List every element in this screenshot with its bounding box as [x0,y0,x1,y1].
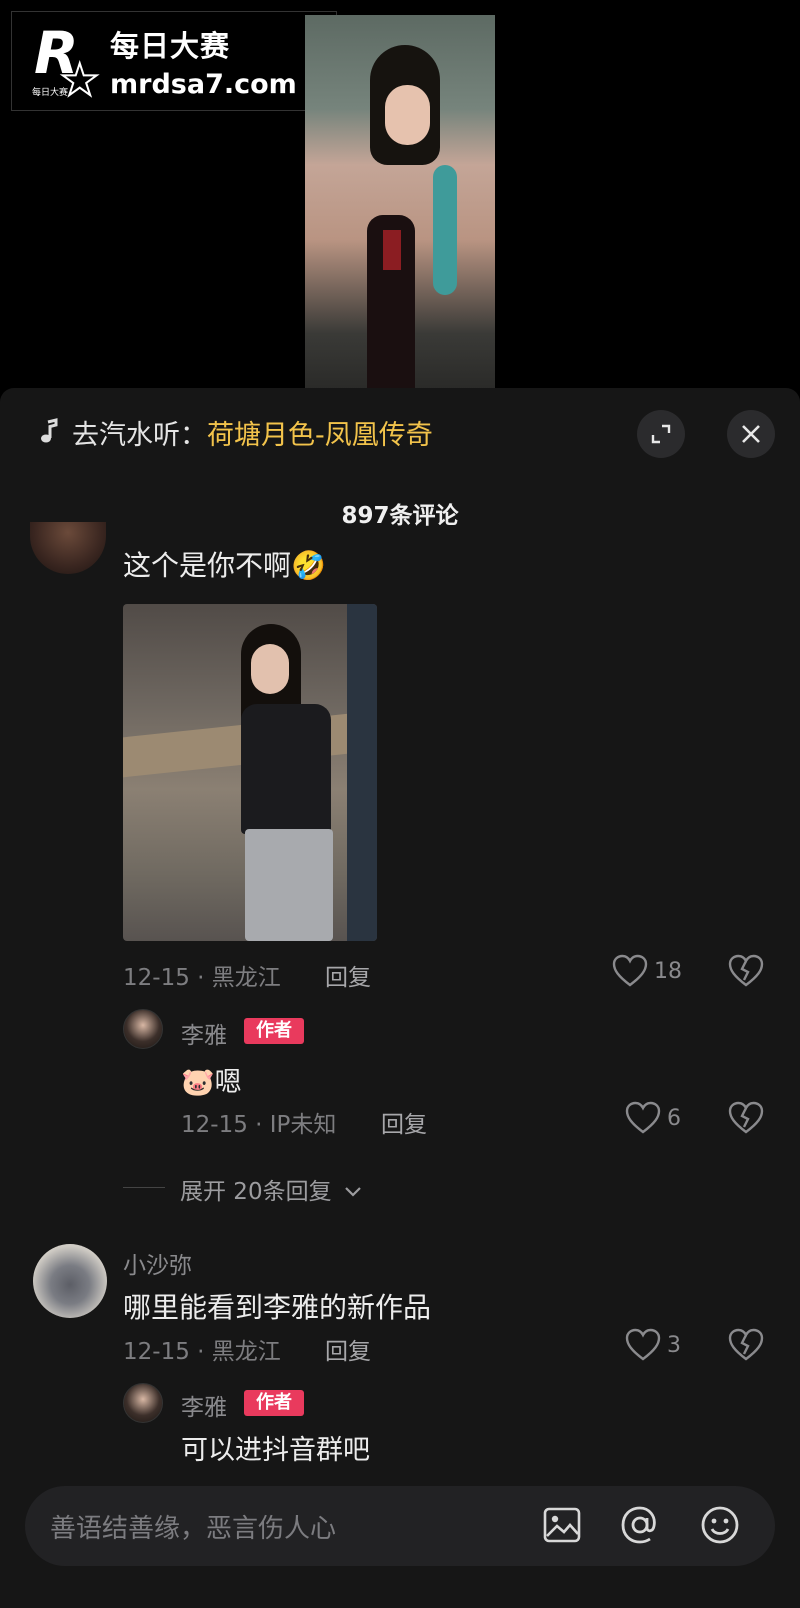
comment-count: 897条评论 [341,503,459,529]
reply-meta: 12-15 · IP未知 [181,1112,337,1138]
chevron-down-icon [345,1187,361,1197]
comment-meta: 12-15 · 黑龙江 [123,965,281,991]
avatar[interactable] [33,1244,107,1318]
avatar[interactable] [123,1383,163,1423]
watermark-logo-mini: 每日大赛 [32,88,69,98]
music-song-title[interactable]: 荷塘月色-凤凰传奇 [207,413,433,452]
dislike-button[interactable] [728,1101,764,1139]
avatar[interactable] [123,1009,163,1049]
comment-username[interactable]: 小沙弥 [123,1246,192,1280]
comment-text: 哪里能看到李雅的新作品 [123,1291,432,1324]
like-button[interactable]: 6 [625,1101,681,1135]
pig-emoji-icon: 🐷 [181,1067,215,1098]
watermark: R ★ 每日大赛 每日大赛 mrdsa7.com [11,11,337,111]
reply-text: 可以进抖音群吧 [181,1435,370,1466]
image-button[interactable] [537,1500,587,1550]
author-badge: 作者 [244,1390,304,1416]
comment-input-bar: 善语结善缘，恶言伤人心 [0,1470,800,1608]
laughing-emoji-icon: 🤣 [291,549,326,582]
reply-username[interactable]: 李雅 [181,1016,227,1050]
like-count: 3 [667,1332,681,1358]
broken-heart-icon [728,1101,764,1134]
broken-heart-icon [728,1328,764,1361]
reply-username[interactable]: 李雅 [181,1388,227,1422]
expand-button[interactable] [637,410,685,458]
heart-icon [625,1101,661,1134]
like-count: 6 [667,1105,681,1131]
comment-input-placeholder: 善语结善缘，恶言伤人心 [50,1514,337,1544]
comment-meta: 12-15 · 黑龙江 [123,1339,281,1365]
at-icon [621,1506,656,1544]
watermark-brand: 每日大赛 [110,28,231,63]
music-prefix: 去汽水听： [72,419,207,451]
heart-icon [612,954,648,987]
reply-button[interactable]: 回复 [381,1105,427,1139]
comment-text: 这个是你不啊🤣 [123,549,326,582]
emoji-button[interactable] [695,1500,745,1550]
image-icon [543,1507,581,1543]
like-count: 18 [654,958,682,984]
comment-input[interactable]: 善语结善缘，恶言伤人心 [25,1486,775,1566]
broken-heart-icon [728,954,764,987]
author-badge: 作者 [244,1018,304,1044]
dislike-button[interactable] [728,1328,764,1366]
watermark-url: mrdsa7.com [110,68,297,100]
video-frame[interactable] [305,15,495,390]
like-button[interactable]: 3 [625,1328,681,1362]
like-button[interactable]: 18 [612,954,682,988]
watermark-logo: R ★ 每日大赛 [12,11,102,111]
reply-button[interactable]: 回复 [325,1332,371,1366]
mention-button[interactable] [615,1500,665,1550]
avatar[interactable] [30,522,106,574]
smiley-icon [701,1506,739,1544]
expand-replies-button[interactable]: 展开 20条回复 [180,1172,363,1206]
reply-button[interactable]: 回复 [325,958,371,992]
heart-icon [625,1328,661,1361]
close-button[interactable] [727,410,775,458]
video-player[interactable]: R ★ 每日大赛 每日大赛 mrdsa7.com [0,0,800,390]
comment-panel: 去汽水听： 荷塘月色-凤凰传奇 897条评论 这个是你不啊🤣 12-15 · 黑… [0,388,800,1608]
comment-image[interactable] [123,604,377,941]
music-link[interactable]: 去汽水听： 荷塘月色-凤凰传奇 [36,412,433,452]
dislike-button[interactable] [728,954,764,992]
star-icon: ★ [59,54,100,107]
music-note-icon [41,418,58,443]
close-icon [742,425,760,443]
expand-icon [651,424,671,444]
divider [123,1187,165,1188]
reply-text: 🐷嗯 [181,1067,242,1098]
